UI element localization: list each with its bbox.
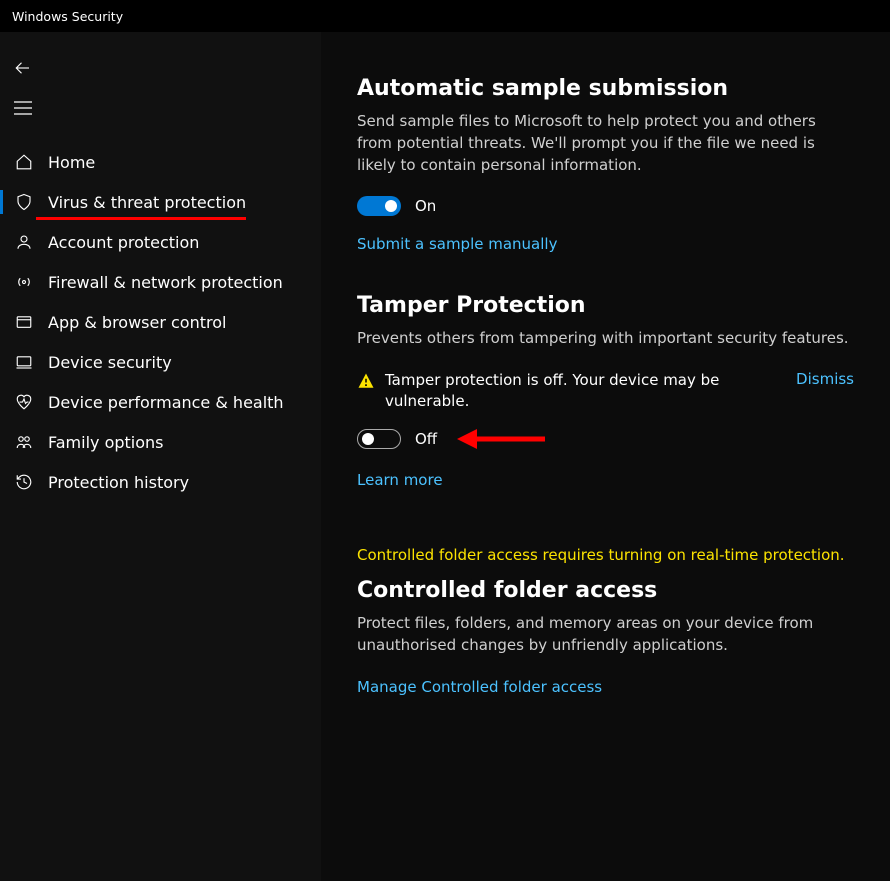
- sidebar-item-app-browser[interactable]: App & browser control: [0, 302, 321, 342]
- sidebar-item-family-options[interactable]: Family options: [0, 422, 321, 462]
- toggle-label: Off: [415, 430, 437, 448]
- annotation-arrow: [457, 426, 547, 452]
- section-title: Tamper Protection: [357, 293, 854, 318]
- sidebar-item-device-security[interactable]: Device security: [0, 342, 321, 382]
- family-icon: [12, 433, 36, 451]
- warning-text: Tamper protection is off. Your device ma…: [385, 370, 780, 412]
- hamburger-icon: [14, 101, 32, 115]
- sidebar-item-label: Device performance & health: [48, 393, 284, 412]
- main-content: Automatic sample submission Send sample …: [321, 32, 890, 881]
- sidebar: Home Virus & threat protection Account p…: [0, 32, 321, 881]
- sidebar-item-device-performance[interactable]: Device performance & health: [0, 382, 321, 422]
- annotation-underline: [36, 217, 246, 220]
- heart-icon: [12, 393, 36, 411]
- section-tamper-protection: Tamper Protection Prevents others from t…: [357, 293, 854, 489]
- sidebar-item-account-protection[interactable]: Account protection: [0, 222, 321, 262]
- section-title: Automatic sample submission: [357, 76, 854, 101]
- sidebar-item-label: Device security: [48, 353, 172, 372]
- back-button[interactable]: [14, 48, 54, 88]
- window-title: Windows Security: [12, 9, 123, 24]
- sidebar-item-label: Protection history: [48, 473, 189, 492]
- sidebar-nav: Home Virus & threat protection Account p…: [0, 142, 321, 502]
- browser-icon: [12, 313, 36, 331]
- tamper-learn-more-link[interactable]: Learn more: [357, 471, 443, 489]
- sidebar-item-label: Home: [48, 153, 95, 172]
- submit-sample-link[interactable]: Submit a sample manually: [357, 235, 557, 253]
- history-icon: [12, 473, 36, 491]
- window-titlebar: Windows Security: [0, 0, 890, 32]
- sidebar-item-label: Virus & threat protection: [48, 193, 246, 212]
- section-title: Controlled folder access: [357, 578, 854, 603]
- section-automatic-sample-submission: Automatic sample submission Send sample …: [357, 76, 854, 253]
- cfa-notice: Controlled folder access requires turnin…: [357, 545, 854, 566]
- device-icon: [12, 353, 36, 371]
- sidebar-item-label: Family options: [48, 433, 164, 452]
- home-icon: [12, 153, 36, 171]
- section-description: Protect files, folders, and memory areas…: [357, 613, 854, 657]
- auto-sample-toggle[interactable]: [357, 196, 401, 216]
- sidebar-item-label: App & browser control: [48, 313, 226, 332]
- section-description: Send sample files to Microsoft to help p…: [357, 111, 854, 176]
- manage-cfa-link[interactable]: Manage Controlled folder access: [357, 678, 602, 696]
- sidebar-item-label: Account protection: [48, 233, 199, 252]
- warning-triangle-icon: [357, 372, 375, 390]
- sidebar-item-virus-threat[interactable]: Virus & threat protection: [0, 182, 321, 222]
- sidebar-item-home[interactable]: Home: [0, 142, 321, 182]
- account-icon: [12, 233, 36, 251]
- sidebar-item-label: Firewall & network protection: [48, 273, 283, 292]
- shield-icon: [12, 193, 36, 211]
- section-description: Prevents others from tampering with impo…: [357, 328, 854, 350]
- section-controlled-folder-access: Controlled folder access requires turnin…: [357, 545, 854, 696]
- toggle-label: On: [415, 197, 436, 215]
- sidebar-item-protection-history[interactable]: Protection history: [0, 462, 321, 502]
- network-icon: [12, 273, 36, 291]
- tamper-protection-toggle[interactable]: [357, 429, 401, 449]
- arrow-left-icon: [14, 59, 32, 77]
- dismiss-link[interactable]: Dismiss: [796, 370, 854, 388]
- menu-button[interactable]: [14, 88, 54, 128]
- tamper-warning: Tamper protection is off. Your device ma…: [357, 370, 854, 412]
- sidebar-item-firewall[interactable]: Firewall & network protection: [0, 262, 321, 302]
